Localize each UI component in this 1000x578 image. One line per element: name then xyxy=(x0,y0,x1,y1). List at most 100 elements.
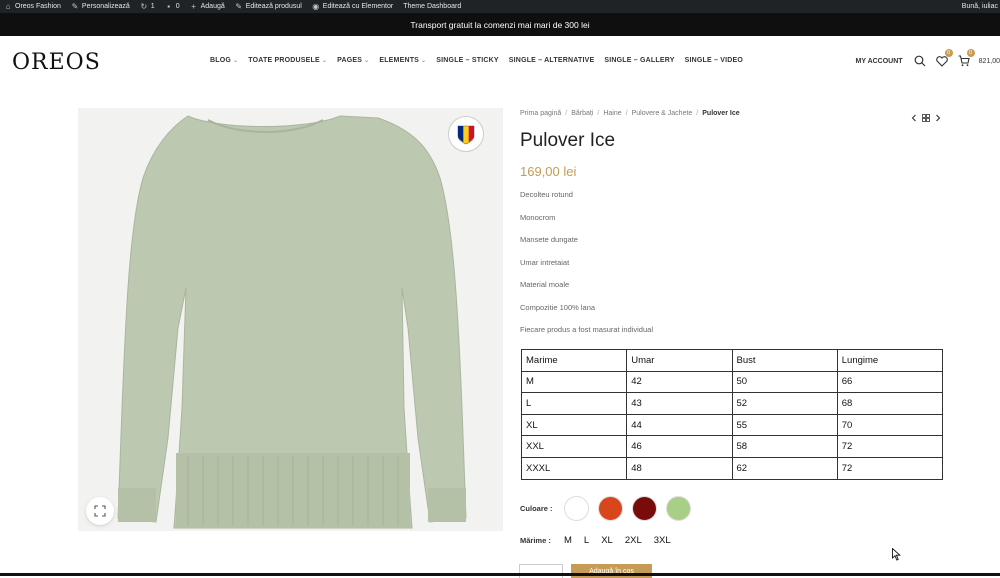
chevron-down-icon: ⌄ xyxy=(364,58,370,64)
size-selector: Mărime : M L XL 2XL 3XL xyxy=(520,535,683,546)
site-icon: ⌂ xyxy=(5,1,11,11)
wishlist-heart-icon[interactable]: 0 xyxy=(935,49,953,68)
site-logo[interactable]: OREOS xyxy=(12,50,101,75)
nav-item-elements[interactable]: ELEMENTS ⌄ xyxy=(379,57,426,64)
promo-bar: Transport gratuit la comenzi mai mari de… xyxy=(0,13,1000,36)
elementor-icon: ◉ xyxy=(312,1,320,11)
nav-item-single-alternative[interactable]: SINGLE – ALTERNATIVE xyxy=(509,57,595,64)
breadcrumb-home[interactable]: Prima pagină xyxy=(520,110,561,117)
nav-item-all-products[interactable]: TOATE PRODUSELE ⌄ xyxy=(248,57,327,64)
table-row: XXXL 48 62 72 xyxy=(520,456,944,480)
table-header: Marime xyxy=(520,349,628,372)
chevron-down-icon: ⌄ xyxy=(421,58,427,64)
table-header: Bust xyxy=(731,349,838,372)
cart-icon[interactable]: 0 xyxy=(957,49,975,68)
admin-updates-link[interactable]: ↻ 1 xyxy=(140,1,154,11)
nav-item-single-video[interactable]: SINGLE – VIDEO xyxy=(685,57,743,64)
admin-edit-product-link[interactable]: ✎ Editează produsul xyxy=(235,1,301,11)
product-summary: Prima pagină / Bărbați / Haine / Pulovere &… xyxy=(520,105,944,347)
nav-item-blog[interactable]: BLOG ⌄ xyxy=(210,57,238,64)
next-product-icon[interactable] xyxy=(934,109,942,127)
table-cell: L xyxy=(520,392,628,415)
breadcrumb-men[interactable]: Bărbați xyxy=(571,110,593,117)
mouse-cursor-icon xyxy=(892,547,901,566)
table-cell: 72 xyxy=(836,456,944,480)
breadcrumb-clothes[interactable]: Haine xyxy=(603,110,621,117)
admin-theme-dashboard-link[interactable]: Theme Dashboard xyxy=(403,3,461,10)
promo-text: Transport gratuit la comenzi mai mari de… xyxy=(410,19,590,30)
chevron-down-icon: ⌄ xyxy=(321,58,328,64)
feature-item: Fiecare produs a fost masurat individual xyxy=(520,325,653,334)
my-account-link[interactable]: MY ACCOUNT xyxy=(856,58,903,65)
prev-product-icon[interactable] xyxy=(910,109,918,127)
size-label: Mărime : xyxy=(520,536,551,545)
comment-icon: ▪ xyxy=(167,1,171,11)
wishlist-count-badge: 0 xyxy=(944,49,953,57)
feature-item: Material moale xyxy=(520,280,570,289)
table-cell: 62 xyxy=(731,456,838,480)
product-title: Pulover Ice xyxy=(520,130,616,151)
table-cell: 48 xyxy=(626,456,733,480)
table-cell: 70 xyxy=(836,413,944,437)
admin-comments-link[interactable]: ▪ 0 xyxy=(165,1,179,11)
feature-item: Mansete dungate xyxy=(520,235,578,244)
header-tools: MY ACCOUNT 0 0 821,00 xyxy=(856,49,1000,68)
table-cell: XXXL xyxy=(520,456,628,480)
main-nav: BLOG ⌄ TOATE PRODUSELE ⌄ PAGES ⌄ ELEMENTS ⌄ … xyxy=(210,57,753,64)
nav-item-single-sticky[interactable]: SINGLE – STICKY xyxy=(436,57,499,64)
table-header-row: Marime Umar Bust Lungime xyxy=(520,349,944,372)
feature-item: Decolteu rotund xyxy=(520,190,573,199)
search-icon[interactable] xyxy=(913,54,927,68)
breadcrumb-current: Pulover Ice xyxy=(702,109,740,117)
nav-item-pages[interactable]: PAGES ⌄ xyxy=(337,57,369,64)
size-chart-table: Marime Umar Bust Lungime M 42 50 66 L 43… xyxy=(520,349,944,480)
table-cell: XL xyxy=(520,413,628,437)
admin-add-new-link[interactable]: + Adaugă xyxy=(190,2,224,11)
breadcrumb-sweaters[interactable]: Pulovere & Jachete xyxy=(632,110,693,117)
table-cell: 46 xyxy=(626,435,733,458)
size-option-m[interactable]: M xyxy=(564,535,572,546)
table-cell: 50 xyxy=(731,370,838,394)
grid-icon[interactable] xyxy=(922,109,930,127)
table-header: Lungime xyxy=(836,349,944,372)
admin-customize-link[interactable]: ✎ Personalizează xyxy=(71,1,130,11)
nav-item-single-gallery[interactable]: SINGLE – GALLERY xyxy=(604,57,674,64)
size-option-xl[interactable]: XL xyxy=(601,535,613,546)
feature-item: Compozitie 100% lana xyxy=(520,302,596,312)
table-cell: 55 xyxy=(731,413,838,437)
size-option-l[interactable]: L xyxy=(584,535,589,546)
brush-icon: ✎ xyxy=(71,1,79,11)
admin-elementor-link[interactable]: ◉ Editează cu Elementor xyxy=(312,1,393,11)
pencil-icon: ✎ xyxy=(235,1,243,11)
size-option-3xl[interactable]: 3XL xyxy=(654,535,671,546)
breadcrumb: Prima pagină / Bărbați / Haine / Pulovere &… xyxy=(520,109,740,117)
product-image[interactable] xyxy=(78,108,503,531)
table-cell: XXL xyxy=(520,435,628,458)
updates-icon: ↻ xyxy=(140,1,148,11)
cart-total[interactable]: 821,00 xyxy=(979,58,1000,65)
admin-site-link[interactable]: ⌂ Oreos Fashion xyxy=(4,1,61,11)
color-label: Culoare : xyxy=(520,504,553,513)
site-header: OREOS BLOG ⌄ TOATE PRODUSELE ⌄ PAGES ⌄ ELEM… xyxy=(0,36,1000,88)
table-cell: 68 xyxy=(836,392,944,415)
product-features: Decolteu rotund Monocrom Mansete dungate… xyxy=(520,189,944,347)
admin-account-greeting[interactable]: Bună, iuliac xyxy=(962,0,998,13)
expand-icon[interactable] xyxy=(86,497,114,525)
color-swatch-burgundy[interactable] xyxy=(632,496,657,521)
color-swatch-white[interactable] xyxy=(564,496,589,521)
color-swatch-green[interactable] xyxy=(666,496,691,521)
size-option-2xl[interactable]: 2XL xyxy=(625,535,642,546)
feature-item: Monocrom xyxy=(520,212,556,222)
table-row: XXL 46 58 72 xyxy=(520,435,944,458)
product-price: 169,00 lei xyxy=(520,164,577,179)
chevron-down-icon: ⌄ xyxy=(233,58,239,64)
table-row: M 42 50 66 xyxy=(520,370,944,394)
cart-count-badge: 0 xyxy=(966,49,975,57)
table-cell: 43 xyxy=(626,392,733,415)
sweater-image xyxy=(117,115,467,529)
table-cell: 52 xyxy=(731,392,838,415)
color-swatch-orange[interactable] xyxy=(598,496,623,521)
table-cell: 58 xyxy=(731,435,838,458)
romanian-flag-seal-icon xyxy=(448,116,484,152)
product-navigation xyxy=(910,109,942,127)
